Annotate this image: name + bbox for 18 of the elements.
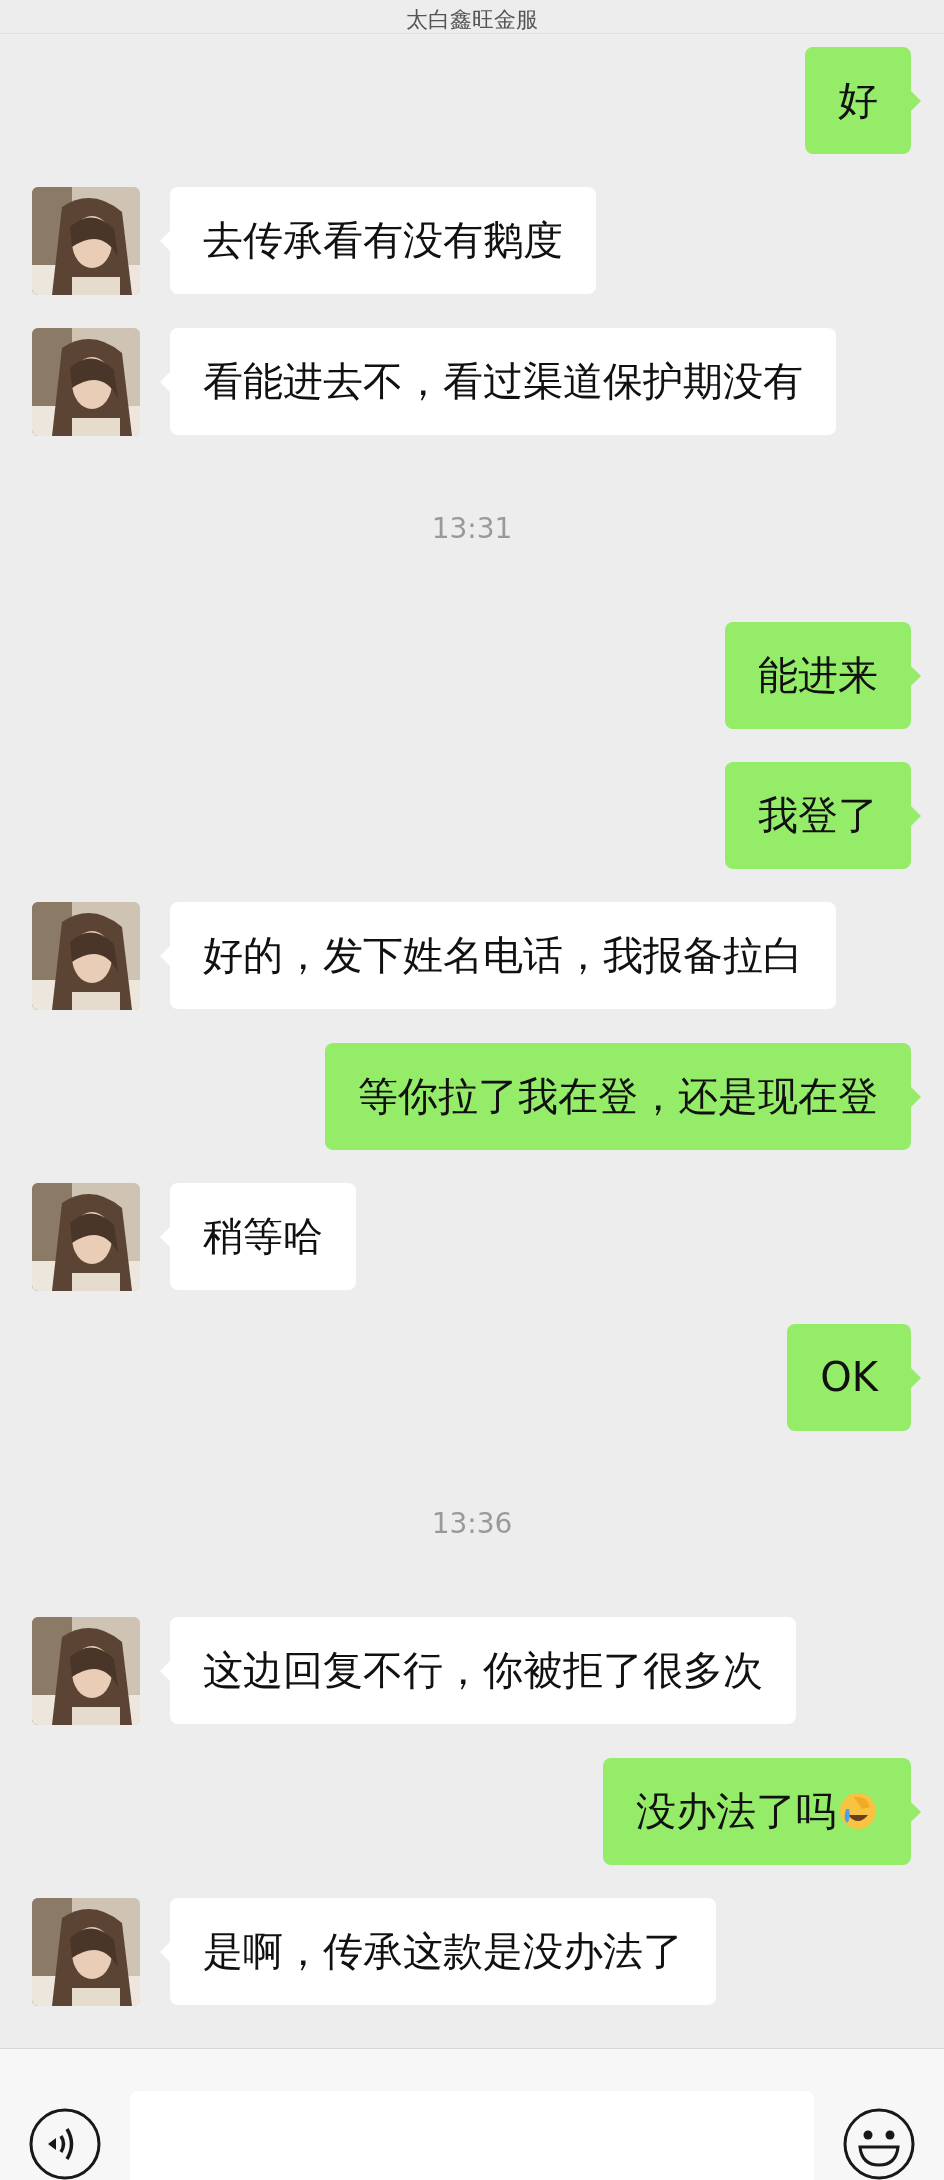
message-text: 去传承看有没有鹅度	[203, 217, 563, 263]
timestamp: 13:31	[431, 511, 513, 547]
message-text: 看能进去不，看过渠道保护期没有	[203, 358, 803, 404]
message-text: 好	[838, 77, 878, 123]
timestamp: 13:36	[431, 1506, 513, 1542]
message-text: 我登了	[758, 792, 878, 838]
message-text: OK	[820, 1354, 878, 1400]
message-text: 等你拉了我在登，还是现在登	[358, 1073, 878, 1119]
message-text: 好的，发下姓名电话，我报备拉白	[203, 932, 803, 978]
message-text: 这边回复不行，你被拒了很多次	[203, 1647, 763, 1693]
voice-icon[interactable]	[28, 2107, 102, 2180]
message-text: 没办法了吗	[636, 1788, 836, 1834]
crying-laughing-face-icon	[838, 1791, 878, 1831]
message-text: 是啊，传承这款是没办法了	[203, 1928, 683, 1974]
smiley-icon[interactable]	[842, 2107, 916, 2180]
message-text: 能进来	[758, 652, 878, 698]
chat-title: 太白鑫旺金服	[406, 7, 538, 33]
message-text: 稍等哈	[203, 1213, 323, 1259]
